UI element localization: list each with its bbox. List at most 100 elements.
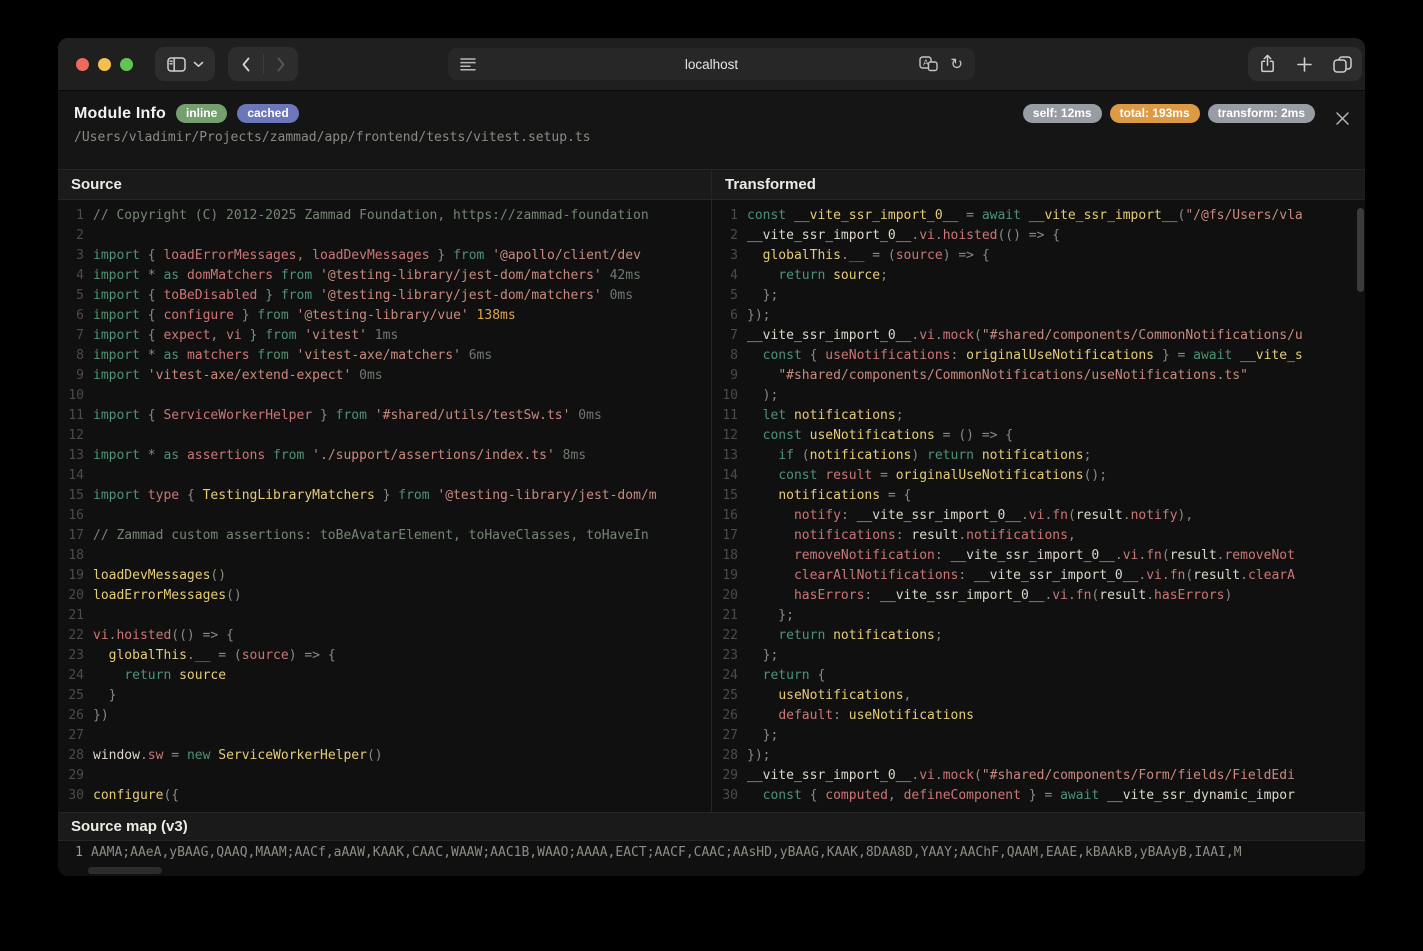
line-number: 15 [58, 486, 84, 506]
code-line: 27 }; [712, 726, 1365, 746]
line-number: 6 [58, 306, 84, 326]
line-number: 29 [712, 766, 738, 786]
code-line: 3 globalThis.__ = (source) => { [712, 246, 1365, 266]
line-number: 23 [58, 646, 84, 666]
timing-badges: self: 12ms total: 193ms transform: 2ms [1023, 104, 1315, 123]
sourcemap-line-number: 1 [58, 841, 83, 865]
code-line: 8 const { useNotifications: originalUseN… [712, 346, 1365, 366]
code-line: 24 return { [712, 666, 1365, 686]
address-bar-actions: A ↻ [919, 56, 963, 72]
zoom-window-button[interactable] [120, 58, 133, 71]
line-number: 27 [712, 726, 738, 746]
line-number: 24 [58, 666, 84, 686]
line-number: 29 [58, 766, 84, 786]
line-number: 14 [712, 466, 738, 486]
traffic-lights [76, 58, 133, 71]
line-number: 1 [712, 206, 738, 226]
line-number: 30 [712, 786, 738, 806]
reload-icon[interactable]: ↻ [950, 57, 963, 72]
minimize-window-button[interactable] [98, 58, 111, 71]
code-line: 20 hasErrors: __vite_ssr_import_0__.vi.f… [712, 586, 1365, 606]
line-number: 11 [58, 406, 84, 426]
code-line: 18 [58, 546, 711, 566]
code-line: 11 let notifications; [712, 406, 1365, 426]
line-number: 9 [58, 366, 84, 386]
code-line: 4import * as domMatchers from '@testing-… [58, 266, 711, 286]
line-number: 7 [58, 326, 84, 346]
line-number: 30 [58, 786, 84, 806]
line-number: 21 [712, 606, 738, 626]
line-number: 19 [58, 566, 84, 586]
code-line: 30 const { computed, defineComponent } =… [712, 786, 1365, 806]
url-text[interactable]: localhost [448, 57, 975, 72]
code-line: 23 }; [712, 646, 1365, 666]
sourcemap-title: Source map (v3) [58, 812, 1365, 841]
new-tab-icon[interactable] [1297, 57, 1312, 72]
line-number: 25 [712, 686, 738, 706]
code-line: 6import { configure } from '@testing-lib… [58, 306, 711, 326]
code-line: 18 removeNotification: __vite_ssr_import… [712, 546, 1365, 566]
line-number: 28 [712, 746, 738, 766]
code-line: 1const __vite_ssr_import_0__ = await __v… [712, 206, 1365, 226]
source-code-editor[interactable]: 1// Copyright (C) 2012-2025 Zammad Found… [58, 200, 711, 812]
forward-button[interactable] [270, 57, 292, 72]
code-panels: Source 1// Copyright (C) 2012-2025 Zamma… [58, 169, 1365, 812]
vertical-scrollbar[interactable] [1357, 208, 1364, 292]
sourcemap-content: AAMA;AAeA,yBAAG,QAAQ,MAAM;AACf,aAAW,KAAK… [91, 841, 1365, 865]
close-icon[interactable] [1333, 109, 1351, 127]
line-number: 7 [712, 326, 738, 346]
line-number: 24 [712, 666, 738, 686]
code-line: 2 [58, 226, 711, 246]
code-line: 13import * as assertions from './support… [58, 446, 711, 466]
navigation-buttons [228, 47, 298, 81]
code-line: 9 "#shared/components/CommonNotification… [712, 366, 1365, 386]
share-icon[interactable] [1259, 54, 1276, 74]
sidebar-toggle-group[interactable] [155, 47, 215, 81]
line-number: 12 [58, 426, 84, 446]
line-number: 10 [712, 386, 738, 406]
code-line: 13 if (notifications) return notificatio… [712, 446, 1365, 466]
line-number: 28 [58, 746, 84, 766]
code-line: 9import 'vitest-axe/extend-expect' 0ms [58, 366, 711, 386]
sourcemap-line: 1 AAMA;AAeA,yBAAG,QAAQ,MAAM;AACf,aAAW,KA… [58, 841, 1365, 865]
tab-overview-icon[interactable] [1333, 56, 1352, 73]
address-bar[interactable]: localhost A ↻ [448, 48, 975, 80]
line-number: 14 [58, 466, 84, 486]
code-line: 23 globalThis.__ = (source) => { [58, 646, 711, 666]
line-number: 18 [58, 546, 84, 566]
transformed-panel-title: Transformed [712, 170, 1365, 200]
line-number: 2 [58, 226, 84, 246]
transformed-code-editor[interactable]: 1const __vite_ssr_import_0__ = await __v… [712, 200, 1365, 812]
code-line: 14 [58, 466, 711, 486]
back-button[interactable] [235, 57, 257, 72]
code-line: 29 [58, 766, 711, 786]
code-line: 26}) [58, 706, 711, 726]
code-line: 21 [58, 606, 711, 626]
transform-time-badge: transform: 2ms [1208, 104, 1315, 123]
line-number: 1 [58, 206, 84, 226]
horizontal-scrollbar[interactable] [88, 867, 162, 874]
code-line: 15import type { TestingLibraryMatchers }… [58, 486, 711, 506]
line-number: 23 [712, 646, 738, 666]
close-window-button[interactable] [76, 58, 89, 71]
code-line: 25 } [58, 686, 711, 706]
line-number: 8 [712, 346, 738, 366]
chevron-down-icon[interactable] [193, 61, 204, 68]
translate-icon[interactable]: A [919, 56, 938, 72]
code-line: 24 return source [58, 666, 711, 686]
code-line: 1// Copyright (C) 2012-2025 Zammad Found… [58, 206, 711, 226]
code-line: 25 useNotifications, [712, 686, 1365, 706]
code-line: 6}); [712, 306, 1365, 326]
line-number: 11 [712, 406, 738, 426]
code-line: 10 [58, 386, 711, 406]
line-number: 26 [712, 706, 738, 726]
code-line: 14 const result = originalUseNotificatio… [712, 466, 1365, 486]
code-line: 17// Zammad custom assertions: toBeAvata… [58, 526, 711, 546]
line-number: 20 [712, 586, 738, 606]
code-line: 29__vite_ssr_import_0__.vi.mock("#shared… [712, 766, 1365, 786]
sidebar-icon[interactable] [167, 57, 186, 72]
browser-window: localhost A ↻ [58, 38, 1365, 876]
sourcemap-body: 1 AAMA;AAeA,yBAAG,QAAQ,MAAM;AACf,aAAW,KA… [58, 841, 1365, 876]
line-number: 4 [58, 266, 84, 286]
code-line: 11import { ServiceWorkerHelper } from '#… [58, 406, 711, 426]
